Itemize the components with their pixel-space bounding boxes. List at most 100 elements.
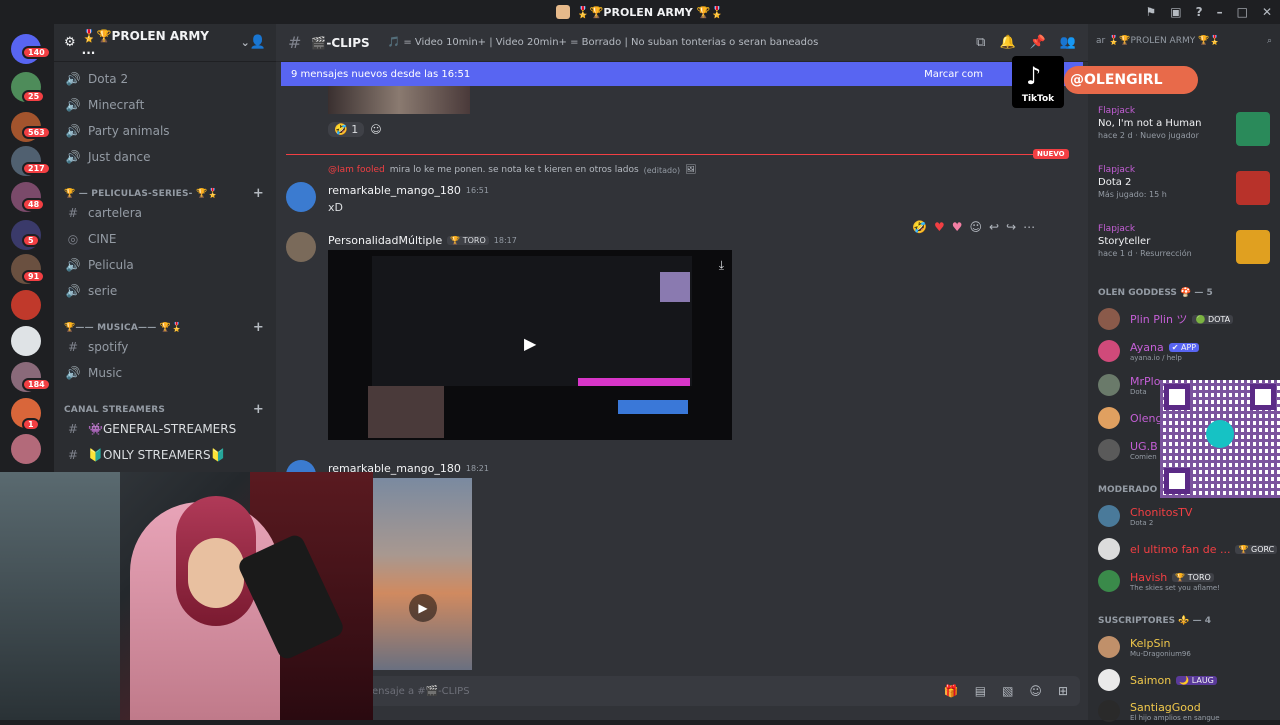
member-list: ar 🎖️🏆PROLEN ARMY 🏆🎖️ ⌕ Flapjack No, I'm… bbox=[1088, 24, 1280, 722]
forward-icon[interactable]: ↪ bbox=[1006, 220, 1016, 234]
maximize-icon[interactable]: □ bbox=[1237, 5, 1248, 19]
add-channel-icon[interactable]: + bbox=[253, 320, 264, 335]
channel-item[interactable]: 🔊 serie bbox=[64, 281, 264, 301]
help-icon[interactable]: ? bbox=[1196, 5, 1203, 19]
category-movies[interactable]: 🏆 — PELICULAS-SERIES- 🏆🎖️ + bbox=[64, 186, 264, 201]
channel-item[interactable]: 🔊 Dota 2 bbox=[64, 69, 264, 89]
channel-name: 🎬-CLIPS bbox=[311, 35, 370, 50]
member-status: Dota bbox=[1130, 387, 1147, 396]
activity-card[interactable]: Flapjack Dota 2 Más jugado: 15 h bbox=[1098, 165, 1270, 211]
channel-item[interactable]: 🔊 Minecraft bbox=[64, 95, 264, 115]
qr-finder bbox=[1250, 384, 1276, 410]
avatar bbox=[1098, 374, 1120, 396]
minimize-icon[interactable]: – bbox=[1217, 5, 1223, 19]
member-item[interactable]: Havish 🏆 TORO The skies set you aflame! bbox=[1098, 567, 1274, 595]
emoji-icon[interactable]: ☺ bbox=[1029, 684, 1042, 698]
channel-item[interactable]: 🔊 Party animals bbox=[64, 121, 264, 141]
gear-icon[interactable]: ⚙ bbox=[64, 35, 76, 50]
server-icon[interactable] bbox=[11, 326, 41, 356]
add-reaction-icon[interactable]: ☺ bbox=[969, 220, 982, 234]
member-item[interactable]: el ultimo fan de ... 🏆 GORC bbox=[1098, 535, 1278, 563]
screen-icon[interactable]: ▣ bbox=[1170, 5, 1181, 19]
category-streamers[interactable]: CANAL STREAMERS + bbox=[64, 402, 264, 417]
reaction-pink-heart-icon[interactable]: ♥ bbox=[952, 220, 963, 234]
gift-icon[interactable]: 🎁 bbox=[944, 684, 959, 698]
previous-attachment-image[interactable] bbox=[328, 86, 470, 114]
new-messages-banner[interactable]: 9 mensajes nuevos desde las 16:51 Marcar… bbox=[281, 62, 1083, 86]
add-reaction-icon[interactable]: ☺ bbox=[370, 123, 381, 136]
message-input[interactable]: ensaje a #🎬-CLIPS 🎁 ▤ ▧ ☺ ⊞ bbox=[284, 676, 1080, 706]
guild-badge: 1 bbox=[22, 418, 40, 431]
channel-item[interactable]: 🔊 Music bbox=[64, 363, 264, 383]
video-attachment[interactable]: ▶ bbox=[373, 478, 472, 670]
hash-icon: # bbox=[67, 340, 79, 354]
chevron-down-icon[interactable]: ⌄ bbox=[241, 36, 250, 49]
reply-mention[interactable]: @Iam fooled bbox=[328, 165, 385, 175]
pin-icon[interactable]: 📌 bbox=[1030, 35, 1046, 50]
members-icon[interactable]: 👥 bbox=[1060, 35, 1076, 50]
add-channel-icon[interactable]: + bbox=[253, 402, 264, 417]
download-icon[interactable]: ⤓ bbox=[719, 258, 724, 273]
message-author[interactable]: remarkable_mango_180 16:51 bbox=[328, 184, 489, 197]
mark-as-read-button[interactable]: Marcar com bbox=[924, 69, 983, 80]
avatar[interactable] bbox=[286, 232, 316, 262]
add-user-icon[interactable]: 👤 bbox=[250, 35, 266, 50]
channel-label: spotify bbox=[88, 340, 129, 354]
channel-item[interactable]: 🔊 Pelicula bbox=[64, 255, 264, 275]
yape-logo-icon bbox=[1206, 420, 1234, 448]
avatar bbox=[1098, 340, 1120, 362]
play-icon[interactable]: ▶ bbox=[409, 594, 437, 622]
sticker-icon[interactable]: ▧ bbox=[1002, 684, 1013, 698]
play-icon[interactable]: ▶ bbox=[524, 334, 536, 353]
member-item[interactable]: Saimon 🌙 LAUG bbox=[1098, 666, 1274, 694]
voice-channel-icon: 🔊 bbox=[65, 284, 81, 298]
message-author[interactable]: PersonalidadMúltiple 🏆 TORO 18:17 bbox=[328, 234, 517, 247]
channel-item[interactable]: ◎ CINE bbox=[64, 229, 264, 249]
username[interactable]: remarkable_mango_180 bbox=[328, 184, 461, 197]
reaction-chip[interactable]: 🤣 1 bbox=[328, 122, 365, 137]
search-input[interactable]: ar 🎖️🏆PROLEN ARMY 🏆🎖️ ⌕ bbox=[1096, 36, 1272, 46]
username[interactable]: PersonalidadMúltiple bbox=[328, 234, 442, 247]
channel-item[interactable]: 🔊 Just dance bbox=[64, 147, 264, 167]
avatar bbox=[1098, 538, 1120, 560]
channel-item[interactable]: # 👾GENERAL-STREAMERS bbox=[64, 419, 264, 439]
avatar[interactable] bbox=[286, 182, 316, 212]
channel-label: 👾GENERAL-STREAMERS bbox=[88, 422, 237, 436]
reaction-laugh-icon[interactable]: 🤣 bbox=[912, 220, 927, 234]
search-icon[interactable]: ⌕ bbox=[1267, 36, 1272, 46]
member-item[interactable]: KelpSin Mu-Dragonium96 bbox=[1098, 633, 1274, 661]
avatar bbox=[1098, 407, 1120, 429]
activity-card[interactable]: Flapjack No, I'm not a Human hace 2 d · … bbox=[1098, 106, 1270, 152]
server-icon[interactable] bbox=[11, 434, 41, 464]
member-item[interactable]: Plin Plin ツ 🟢 DOTA bbox=[1098, 305, 1274, 333]
channel-item[interactable]: # cartelera bbox=[64, 203, 264, 223]
channel-topic[interactable]: 🎵 = Video 10min+ | Video 20min+ = Borrad… bbox=[388, 37, 819, 48]
channel-item[interactable]: # spotify bbox=[64, 337, 264, 357]
member-name: UG.B bbox=[1130, 439, 1158, 453]
bell-icon[interactable]: 🔔 bbox=[999, 35, 1015, 50]
channel-item[interactable]: # 🔰ONLY STREAMERS🔰 bbox=[64, 445, 264, 465]
image-icon: 🖼 bbox=[685, 165, 697, 175]
video-attachment[interactable]: ▶ ⤓ bbox=[328, 250, 732, 440]
reaction-heart-icon[interactable]: ♥ bbox=[934, 220, 945, 234]
category-music[interactable]: 🏆—— MUSICA—— 🏆🎖️ + bbox=[64, 320, 264, 335]
gif-icon[interactable]: ▤ bbox=[975, 684, 986, 698]
member-item[interactable]: Ayana ✔ APP ayana.io / help bbox=[1098, 337, 1274, 365]
activity-card[interactable]: Flapjack Storyteller hace 1 d · Resurrec… bbox=[1098, 224, 1270, 270]
channel-label: 🔰ONLY STREAMERS🔰 bbox=[88, 448, 226, 462]
reply-icon[interactable]: ↩ bbox=[989, 220, 999, 234]
reply-preview[interactable]: @Iam fooled mira lo ke me ponen. se nota… bbox=[328, 165, 697, 175]
threads-icon[interactable]: ⧉ bbox=[976, 35, 985, 50]
close-icon[interactable]: ✕ bbox=[1262, 5, 1272, 19]
inbox-icon[interactable]: ⚑ bbox=[1146, 5, 1157, 19]
more-icon[interactable]: ⋯ bbox=[1023, 220, 1035, 234]
member-item[interactable]: SantiagGood El hijo amplios en sangue bbox=[1098, 697, 1274, 725]
timestamp: 16:51 bbox=[465, 186, 489, 195]
reply-text: mira lo ke me ponen. se nota ke t kieren… bbox=[389, 165, 639, 175]
server-header[interactable]: ⚙ 🎖️🏆PROLEN ARMY ... ⌄ 👤 bbox=[54, 24, 276, 62]
apps-icon[interactable]: ⊞ bbox=[1058, 684, 1068, 698]
server-icon[interactable] bbox=[11, 290, 41, 320]
member-item[interactable]: ChonitosTV Dota 2 bbox=[1098, 502, 1274, 530]
add-channel-icon[interactable]: + bbox=[253, 186, 264, 201]
stage-channel-icon: ◎ bbox=[67, 232, 79, 246]
